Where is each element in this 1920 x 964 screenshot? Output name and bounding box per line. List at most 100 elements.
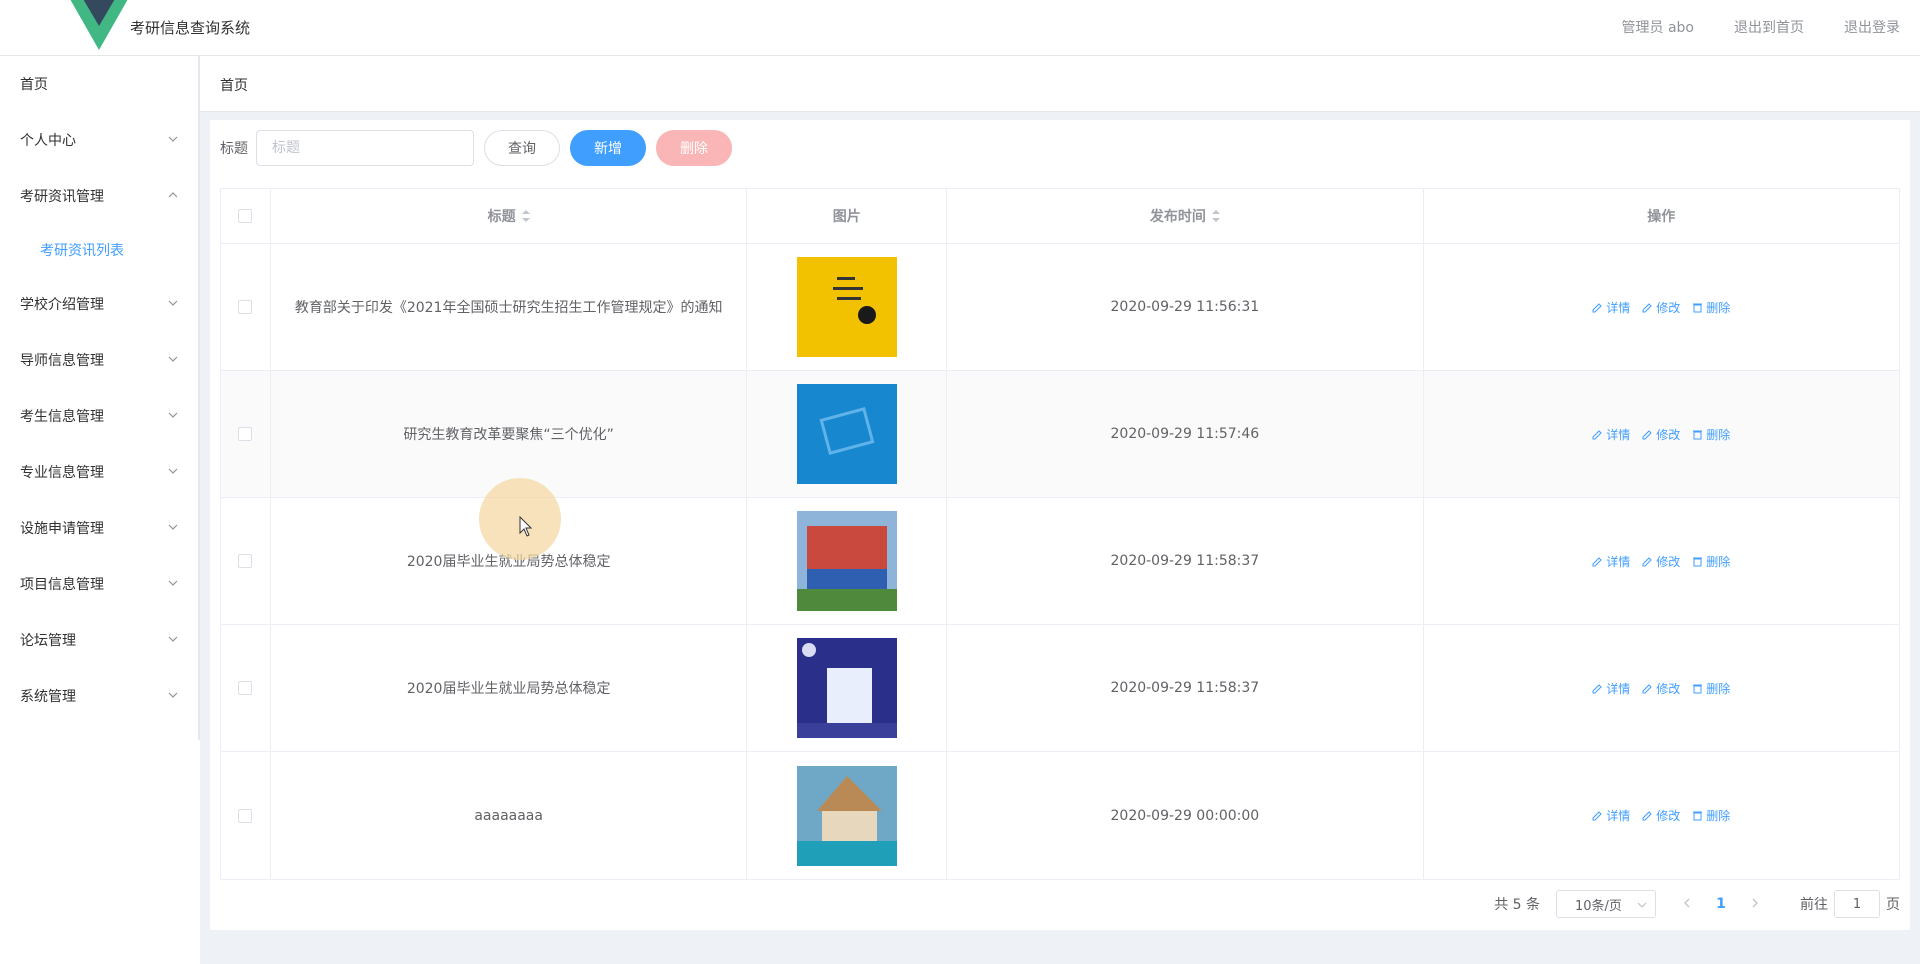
table-row: 教育部关于印发《2021年全国硕士研究生招生工作管理规定》的通知 2020-09… bbox=[221, 244, 1899, 371]
detail-button[interactable]: 详情 bbox=[1592, 553, 1630, 570]
row-title: 2020届毕业生就业局势总体稳定 bbox=[271, 625, 748, 751]
trash-icon bbox=[1693, 557, 1703, 566]
chevron-left-icon bbox=[1684, 898, 1690, 908]
total-count: 共 5 条 bbox=[1494, 897, 1540, 913]
edit-icon bbox=[1642, 302, 1652, 312]
sidebar-item-home[interactable]: 首页 bbox=[0, 56, 200, 112]
row-checkbox[interactable] bbox=[238, 808, 253, 823]
query-button[interactable]: 查询 bbox=[484, 130, 560, 166]
news-thumbnail[interactable] bbox=[796, 765, 897, 866]
mouse-cursor-icon bbox=[519, 516, 533, 537]
row-checkbox[interactable] bbox=[238, 554, 253, 568]
edit-button[interactable]: 修改 bbox=[1642, 553, 1680, 570]
edit-icon bbox=[1642, 556, 1652, 566]
sidebar-item-school-management[interactable]: 学校介绍管理 bbox=[0, 276, 200, 332]
chevron-down-icon bbox=[168, 300, 178, 306]
table-row: 2020届毕业生就业局势总体稳定 2020-09-29 11:58:37 详情 … bbox=[221, 625, 1899, 752]
edit-button[interactable]: 修改 bbox=[1642, 299, 1680, 316]
news-thumbnail[interactable] bbox=[796, 257, 897, 357]
edit-icon bbox=[1592, 556, 1602, 566]
sort-icon bbox=[521, 210, 530, 222]
row-title: aaaaaaaa bbox=[271, 752, 748, 879]
chevron-down-icon bbox=[168, 636, 178, 642]
edit-button[interactable]: 修改 bbox=[1642, 807, 1680, 824]
detail-button[interactable]: 详情 bbox=[1592, 426, 1630, 443]
header-image: 图片 bbox=[747, 189, 948, 243]
row-delete-button[interactable]: 删除 bbox=[1692, 807, 1730, 824]
top-header: 考研信息查询系统 管理员 abo 退出到首页 退出登录 bbox=[0, 0, 1920, 56]
logout-link[interactable]: 退出登录 bbox=[1844, 17, 1900, 37]
row-time: 2020-09-29 11:57:46 bbox=[947, 371, 1424, 497]
detail-button[interactable]: 详情 bbox=[1592, 680, 1630, 697]
sidebar-scrollbar[interactable] bbox=[198, 56, 200, 740]
chevron-down-icon bbox=[168, 468, 178, 474]
sidebar-item-tutor-management[interactable]: 导师信息管理 bbox=[0, 332, 200, 388]
page-number[interactable]: 1 bbox=[1702, 896, 1740, 912]
sidebar-item-personal-center[interactable]: 个人中心 bbox=[0, 112, 200, 168]
row-delete-button[interactable]: 删除 bbox=[1692, 299, 1730, 316]
sort-icon bbox=[1211, 210, 1220, 222]
header-title[interactable]: 标题 bbox=[271, 189, 748, 243]
title-search-input[interactable] bbox=[256, 130, 474, 166]
edit-icon bbox=[1592, 429, 1602, 439]
back-home-link[interactable]: 退出到首页 bbox=[1734, 17, 1804, 37]
app-title: 考研信息查询系统 bbox=[130, 19, 251, 37]
detail-button[interactable]: 详情 bbox=[1592, 299, 1630, 316]
row-time: 2020-09-29 11:56:31 bbox=[947, 244, 1424, 370]
goto-page-input[interactable] bbox=[1834, 890, 1880, 918]
news-thumbnail[interactable] bbox=[796, 384, 897, 484]
edit-button[interactable]: 修改 bbox=[1642, 680, 1680, 697]
row-time: 2020-09-29 00:00:00 bbox=[947, 752, 1424, 879]
sidebar-item-student-management[interactable]: 考生信息管理 bbox=[0, 388, 200, 444]
sidebar-subitem-news-list[interactable]: 考研资讯列表 bbox=[0, 224, 200, 276]
chevron-down-icon bbox=[168, 136, 178, 142]
news-thumbnail[interactable] bbox=[796, 638, 897, 738]
trash-icon bbox=[1693, 430, 1703, 439]
chevron-down-icon bbox=[168, 524, 178, 530]
main-panel: 标题 查询 新增 删除 标题 图片 发布时间 操作 教育部关于印发《2021年全… bbox=[210, 120, 1910, 930]
sidebar: 首页 个人中心 考研资讯管理 考研资讯列表 学校介绍管理 导师信息管理 考生信息… bbox=[0, 56, 200, 964]
news-thumbnail[interactable] bbox=[796, 511, 897, 611]
row-title: 教育部关于印发《2021年全国硕士研究生招生工作管理规定》的通知 bbox=[271, 244, 748, 370]
page-size-select[interactable]: 10条/页 bbox=[1556, 890, 1656, 918]
table-row: 研究生教育改革要聚焦“三个优化” 2020-09-29 11:57:46 详情 … bbox=[221, 371, 1899, 498]
edit-icon bbox=[1592, 683, 1602, 693]
header-ops: 操作 bbox=[1647, 209, 1676, 225]
header-actions: 管理员 abo 退出到首页 退出登录 bbox=[1622, 17, 1900, 37]
news-table: 标题 图片 发布时间 操作 教育部关于印发《2021年全国硕士研究生招生工作管理… bbox=[220, 188, 1900, 880]
edit-button[interactable]: 修改 bbox=[1642, 426, 1680, 443]
sidebar-item-project-management[interactable]: 项目信息管理 bbox=[0, 556, 200, 612]
row-time: 2020-09-29 11:58:37 bbox=[947, 498, 1424, 624]
row-checkbox[interactable] bbox=[238, 427, 253, 441]
goto-label: 前往 bbox=[1800, 897, 1828, 913]
edit-icon bbox=[1592, 302, 1602, 312]
breadcrumb-bar: 首页 bbox=[200, 56, 1920, 112]
search-label: 标题 bbox=[220, 141, 248, 157]
breadcrumb[interactable]: 首页 bbox=[220, 75, 248, 95]
row-checkbox[interactable] bbox=[238, 300, 253, 314]
select-all-checkbox[interactable] bbox=[238, 209, 253, 223]
header-time[interactable]: 发布时间 bbox=[947, 189, 1424, 243]
trash-icon bbox=[1693, 811, 1703, 821]
sidebar-item-forum-management[interactable]: 论坛管理 bbox=[0, 612, 200, 668]
detail-button[interactable]: 详情 bbox=[1592, 807, 1630, 824]
next-page-button[interactable] bbox=[1740, 896, 1770, 912]
sidebar-item-major-management[interactable]: 专业信息管理 bbox=[0, 444, 200, 500]
chevron-down-icon bbox=[168, 412, 178, 418]
row-delete-button[interactable]: 删除 bbox=[1692, 553, 1730, 570]
row-delete-button[interactable]: 删除 bbox=[1692, 680, 1730, 697]
sidebar-item-facility-management[interactable]: 设施申请管理 bbox=[0, 500, 200, 556]
add-button[interactable]: 新增 bbox=[570, 130, 646, 166]
sidebar-item-news-management[interactable]: 考研资讯管理 bbox=[0, 168, 200, 224]
row-delete-button[interactable]: 删除 bbox=[1692, 426, 1730, 443]
sidebar-item-system-management[interactable]: 系统管理 bbox=[0, 668, 200, 724]
vue-logo-icon bbox=[70, 0, 128, 50]
prev-page-button[interactable] bbox=[1672, 896, 1702, 912]
chevron-down-icon bbox=[168, 580, 178, 586]
edit-icon bbox=[1642, 683, 1652, 693]
row-checkbox[interactable] bbox=[238, 681, 253, 695]
trash-icon bbox=[1693, 684, 1703, 693]
row-title: 研究生教育改革要聚焦“三个优化” bbox=[271, 371, 748, 497]
delete-button[interactable]: 删除 bbox=[656, 130, 732, 166]
edit-icon bbox=[1642, 429, 1652, 439]
